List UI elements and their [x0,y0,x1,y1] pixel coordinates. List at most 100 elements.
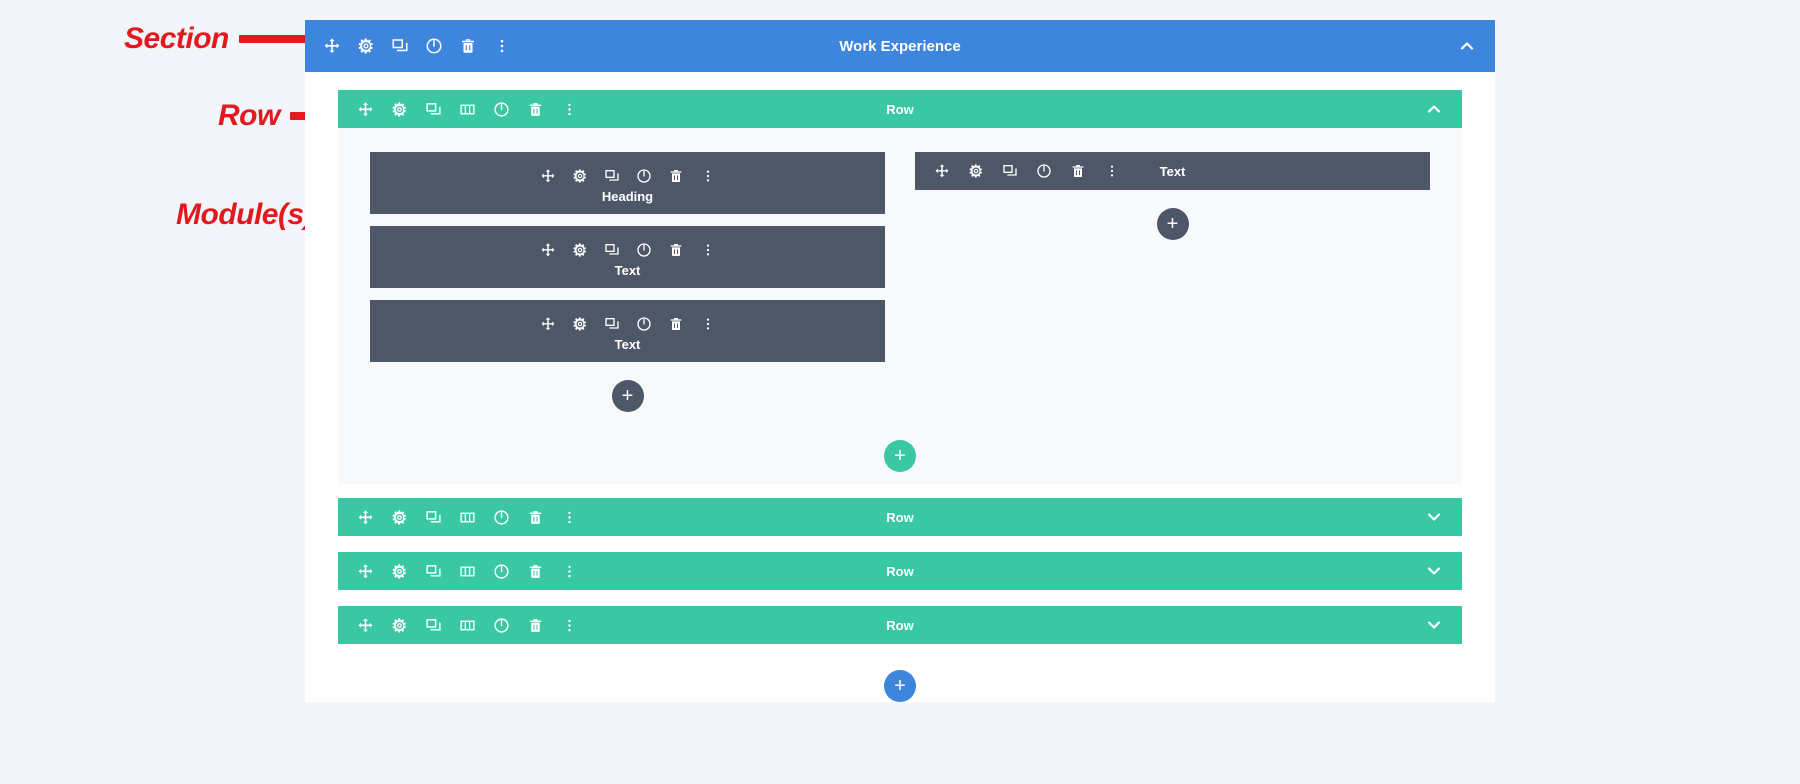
power-icon[interactable] [635,167,653,185]
spacer [305,484,1495,498]
trash-icon[interactable] [526,508,544,526]
duplicate-icon[interactable] [603,167,621,185]
gear-icon[interactable] [967,162,985,180]
move-icon[interactable] [356,100,374,118]
row-toolbar [356,616,578,634]
add-section-button[interactable]: + [884,670,916,702]
duplicate-icon[interactable] [603,315,621,333]
trash-icon[interactable] [1069,162,1087,180]
trash-icon[interactable] [526,562,544,580]
power-icon[interactable] [492,508,510,526]
trash-icon[interactable] [667,167,685,185]
power-icon[interactable] [635,241,653,259]
add-row-button[interactable]: + [884,440,916,472]
add-row-wrapper: + [338,430,1462,484]
move-icon[interactable] [356,508,374,526]
gear-icon[interactable] [357,37,375,55]
move-icon[interactable] [323,37,341,55]
trash-icon[interactable] [667,241,685,259]
ellipsis-vertical-icon[interactable] [699,167,717,185]
row-toolbar [356,562,578,580]
module-text-2[interactable]: Text [370,300,885,362]
move-icon[interactable] [539,315,557,333]
trash-icon[interactable] [459,37,477,55]
row-header-bar[interactable]: Row [338,498,1462,536]
chevron-up-icon[interactable] [1424,99,1444,119]
chevron-down-icon[interactable] [1424,507,1444,527]
trash-icon[interactable] [526,100,544,118]
add-module-wrapper-col1: + [370,374,885,430]
row-toolbar [356,100,578,118]
duplicate-icon[interactable] [391,37,409,55]
ellipsis-vertical-icon[interactable] [493,37,511,55]
ellipsis-vertical-icon[interactable] [560,508,578,526]
columns-icon[interactable] [458,562,476,580]
ellipsis-vertical-icon[interactable] [1103,162,1121,180]
ellipsis-vertical-icon[interactable] [699,241,717,259]
gear-icon[interactable] [390,562,408,580]
move-icon[interactable] [539,241,557,259]
module-toolbar [539,241,717,259]
gear-icon[interactable] [571,241,589,259]
duplicate-icon[interactable] [424,562,442,580]
duplicate-icon[interactable] [424,508,442,526]
row-toolbar [356,508,578,526]
annotation-modules-label: Module(s) [176,198,314,231]
chevron-down-icon[interactable] [1424,561,1444,581]
move-icon[interactable] [356,616,374,634]
section-header-bar[interactable]: Work Experience [305,20,1495,72]
annotation-section-label: Section [124,22,229,55]
columns-icon[interactable] [458,616,476,634]
module-label: Text [614,336,641,352]
gear-icon[interactable] [390,508,408,526]
row-header-bar[interactable]: Row [338,552,1462,590]
ellipsis-vertical-icon[interactable] [560,100,578,118]
duplicate-icon[interactable] [424,616,442,634]
duplicate-icon[interactable] [1001,162,1019,180]
row-block-collapsed-4: Row [338,606,1462,644]
chevron-up-icon[interactable] [1457,36,1477,56]
duplicate-icon[interactable] [424,100,442,118]
module-text-1[interactable]: Text [370,226,885,288]
chevron-down-icon[interactable] [1424,615,1444,635]
gear-icon[interactable] [390,100,408,118]
row-header-bar[interactable]: Row [338,606,1462,644]
power-icon[interactable] [635,315,653,333]
module-label: Heading [601,188,654,204]
add-module-wrapper-col2: + [915,202,1430,258]
row-block-expanded: Row Heading Text Text + Text + + [338,90,1462,484]
add-module-button[interactable]: + [1156,208,1189,240]
row-column-2: Text + [915,152,1430,430]
move-icon[interactable] [356,562,374,580]
trash-icon[interactable] [667,315,685,333]
ellipsis-vertical-icon[interactable] [699,315,717,333]
power-icon[interactable] [492,100,510,118]
row-block-collapsed-3: Row [338,552,1462,590]
power-icon[interactable] [1035,162,1053,180]
power-icon[interactable] [492,616,510,634]
ellipsis-vertical-icon[interactable] [560,616,578,634]
module-heading[interactable]: Heading [370,152,885,214]
duplicate-icon[interactable] [603,241,621,259]
module-text-3[interactable]: Text [915,152,1430,190]
section-toolbar [323,37,511,55]
power-icon[interactable] [425,37,443,55]
module-toolbar [539,315,717,333]
move-icon[interactable] [539,167,557,185]
columns-icon[interactable] [458,508,476,526]
module-label: Text [614,262,641,278]
trash-icon[interactable] [526,616,544,634]
row-header-bar[interactable]: Row [338,90,1462,128]
columns-icon[interactable] [458,100,476,118]
module-toolbar [933,162,1121,180]
ellipsis-vertical-icon[interactable] [560,562,578,580]
move-icon[interactable] [933,162,951,180]
builder-wireframe-screenshot: Section Row Module(s) Work Experience Ro… [0,0,1800,784]
add-module-button[interactable]: + [611,380,644,412]
power-icon[interactable] [492,562,510,580]
gear-icon[interactable] [571,315,589,333]
section-body: Row Heading Text Text + Text + + Row Row… [305,72,1495,702]
gear-icon[interactable] [571,167,589,185]
gear-icon[interactable] [390,616,408,634]
row-column-1: Heading Text Text + [370,152,885,430]
